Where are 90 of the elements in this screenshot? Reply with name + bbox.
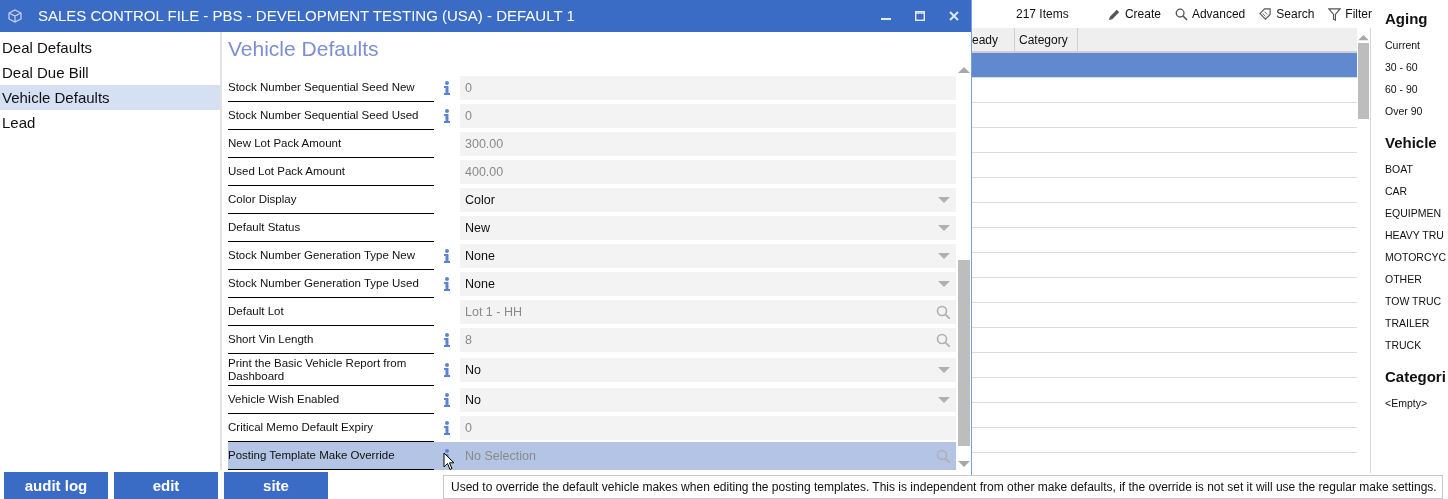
input-field[interactable]: Color bbox=[460, 188, 956, 212]
facet-item[interactable]: Over 90 bbox=[1385, 102, 1448, 124]
setting-label: Critical Memo Default Expiry bbox=[228, 421, 374, 434]
setting-row[interactable]: Posting Template Make Override No Selection bbox=[228, 442, 956, 470]
facet-item[interactable]: TRAILER bbox=[1385, 314, 1448, 336]
sidebar-item[interactable]: Lead bbox=[0, 110, 220, 135]
facet-item[interactable]: HEAVY TRU bbox=[1385, 226, 1448, 248]
table-row[interactable] bbox=[972, 53, 1357, 78]
setting-label: Short Vin Length bbox=[228, 333, 314, 346]
scroll-down-icon[interactable] bbox=[958, 460, 970, 468]
scroll-up-icon[interactable] bbox=[958, 66, 970, 74]
close-icon[interactable] bbox=[949, 11, 959, 21]
sidebar-item[interactable]: Deal Due Bill bbox=[0, 60, 220, 85]
dropdown-caret-icon bbox=[938, 281, 950, 287]
sidebar-item[interactable]: Deal Defaults bbox=[0, 35, 220, 60]
setting-row[interactable]: Stock Number Generation Type New None bbox=[228, 242, 956, 270]
mouse-cursor-icon bbox=[443, 452, 455, 471]
setting-row[interactable]: Used Lot Pack Amount 400.00 bbox=[228, 158, 956, 186]
search-icon bbox=[936, 333, 950, 347]
dropdown-caret-icon bbox=[938, 253, 950, 259]
input-field[interactable]: New bbox=[460, 216, 956, 240]
window-title: SALES CONTROL FILE - PBS - DEVELOPMENT TESTING (USA) - DEFAULT 1 bbox=[38, 5, 575, 26]
tooltip: Used to override the default vehicle makes when editing the posting templates. This is independent from other make defaults, if the override is not set it will use the regular make settings. bbox=[443, 475, 1443, 499]
setting-label: Used Lot Pack Amount bbox=[228, 165, 345, 178]
facet-item[interactable]: Current bbox=[1385, 36, 1448, 58]
scroll-thumb[interactable] bbox=[1358, 43, 1369, 119]
column-header[interactable]: eady bbox=[972, 28, 1015, 51]
dropdown-caret-icon bbox=[938, 367, 950, 373]
tag-icon bbox=[1259, 7, 1273, 21]
search-icon bbox=[936, 305, 950, 319]
setting-label: Default Lot bbox=[228, 305, 284, 318]
setting-label: Print the Basic Vehicle Report from Dashboard bbox=[228, 356, 408, 383]
search-icon bbox=[936, 449, 950, 463]
scroll-thumb[interactable] bbox=[958, 260, 970, 446]
facet-item[interactable]: TOW TRUC bbox=[1385, 292, 1448, 314]
setting-row[interactable]: Short Vin Length 8 bbox=[228, 326, 956, 354]
facet-item[interactable]: TRUCK bbox=[1385, 336, 1448, 358]
setting-label: New Lot Pack Amount bbox=[228, 137, 342, 150]
scroll-up-icon[interactable] bbox=[1358, 34, 1369, 41]
pencil-icon bbox=[1107, 7, 1121, 21]
toolbar-button[interactable]: Search bbox=[1259, 5, 1315, 23]
facet-item[interactable]: 60 - 90 bbox=[1385, 80, 1448, 102]
facet-title: Vehicle bbox=[1385, 133, 1438, 153]
sidebar-item[interactable]: Vehicle Defaults bbox=[0, 85, 220, 110]
action-button[interactable]: edit bbox=[114, 472, 218, 499]
setting-row[interactable]: Vehicle Wish Enabled No bbox=[228, 386, 956, 414]
setting-row[interactable]: Print the Basic Vehicle Report from Dashboard No bbox=[228, 354, 956, 386]
facet-item[interactable]: EQUIPMEN bbox=[1385, 204, 1448, 226]
input-field[interactable]: None bbox=[460, 272, 956, 296]
filter-icon bbox=[1328, 7, 1342, 21]
setting-label: Vehicle Wish Enabled bbox=[228, 393, 340, 406]
setting-row[interactable]: Stock Number Sequential Seed New 0 bbox=[228, 74, 956, 102]
toolbar-button[interactable]: Create bbox=[1107, 5, 1161, 23]
dropdown-caret-icon bbox=[938, 225, 950, 231]
setting-row[interactable]: Stock Number Sequential Seed Used 0 bbox=[228, 102, 956, 130]
facet-item[interactable]: <Empty> bbox=[1385, 394, 1448, 416]
search-icon bbox=[1174, 7, 1188, 21]
setting-label: Stock Number Generation Type New bbox=[228, 249, 416, 262]
setting-row[interactable]: Stock Number Generation Type Used None bbox=[228, 270, 956, 298]
action-button[interactable]: site bbox=[224, 472, 328, 499]
column-header[interactable]: Category bbox=[1015, 28, 1078, 51]
facet-item[interactable]: CAR bbox=[1385, 182, 1448, 204]
setting-label: Stock Number Sequential Seed Used bbox=[228, 109, 419, 122]
facet-title: Aging bbox=[1385, 9, 1429, 29]
setting-label: Color Display bbox=[228, 193, 297, 206]
setting-row[interactable]: Color Display Color bbox=[228, 186, 956, 214]
item-count: 217 Items bbox=[1016, 6, 1070, 23]
facet-item[interactable]: BOAT bbox=[1385, 160, 1448, 182]
input-field[interactable]: None bbox=[460, 244, 956, 268]
setting-label: Posting Template Make Override bbox=[228, 449, 395, 462]
setting-label: Stock Number Generation Type Used bbox=[228, 277, 419, 290]
cube-icon bbox=[8, 9, 22, 23]
setting-row[interactable]: Default Status New bbox=[228, 214, 956, 242]
dropdown-caret-icon bbox=[938, 397, 950, 403]
facet-item[interactable]: MOTORCYC bbox=[1385, 248, 1448, 270]
facet-title: Categori bbox=[1385, 367, 1447, 387]
action-button[interactable]: audit log bbox=[4, 472, 108, 499]
maximize-icon[interactable] bbox=[915, 11, 925, 21]
setting-row[interactable]: New Lot Pack Amount 300.00 bbox=[228, 130, 956, 158]
toolbar-button[interactable]: Filter bbox=[1328, 5, 1372, 23]
facet-item[interactable]: OTHER bbox=[1385, 270, 1448, 292]
input-field[interactable]: No bbox=[460, 388, 956, 412]
input-field[interactable]: No bbox=[460, 358, 956, 382]
dropdown-caret-icon bbox=[938, 197, 950, 203]
toolbar-button[interactable]: Advanced bbox=[1174, 5, 1246, 23]
facet-item[interactable]: 30 - 60 bbox=[1385, 58, 1448, 80]
setting-row[interactable]: Default Lot Lot 1 - HH bbox=[228, 298, 956, 326]
setting-label: Stock Number Sequential Seed New bbox=[228, 81, 415, 94]
setting-label: Default Status bbox=[228, 221, 301, 234]
setting-row[interactable]: Critical Memo Default Expiry 0 bbox=[228, 414, 956, 442]
